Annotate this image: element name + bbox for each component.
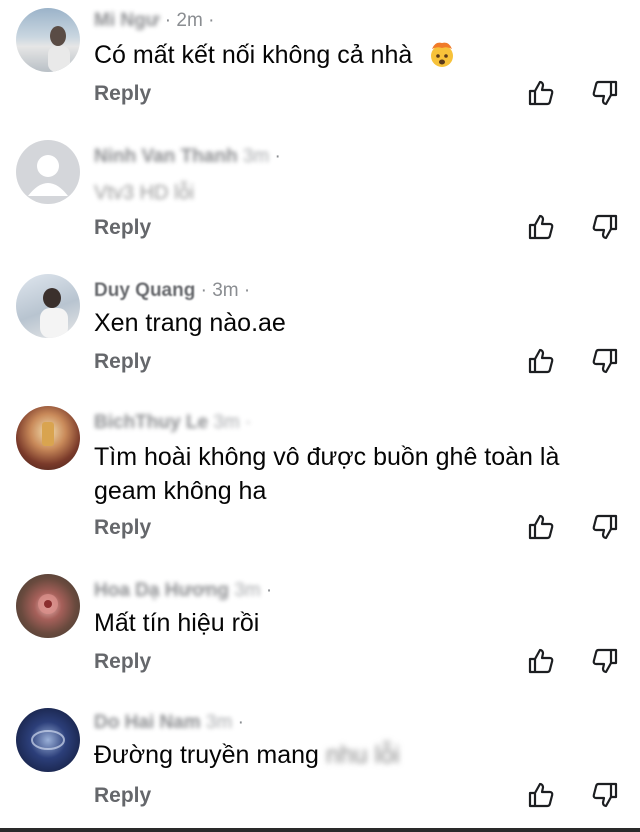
comment-time: 3m [212,280,239,301]
thumbs-up-icon [528,348,554,374]
commenter-name[interactable]: Mi Ngư [94,10,159,31]
person-silhouette-icon [48,26,70,72]
separator: · [244,412,252,433]
lantern-icon [42,422,54,446]
avatar[interactable] [16,406,80,470]
commenter-name[interactable]: Ninh Van Thanh [94,146,238,167]
commenter-name[interactable]: Do Hai Nam [94,712,201,733]
comment-text: Đường truyền mang nhu lỗi [94,738,400,772]
comment-body: Xen trang nào.ae [94,309,286,337]
like-button[interactable] [526,78,556,108]
comment-body: Đường truyền mang [94,741,319,769]
like-button[interactable] [526,346,556,376]
thumbs-down-icon [592,782,618,808]
like-button[interactable] [526,212,556,242]
separator: · [208,10,215,31]
exploding-head-emoji [431,42,454,67]
reply-button[interactable]: Reply [94,516,151,540]
comment-time: 3m [234,580,261,601]
avatar[interactable] [16,274,80,338]
separator: · [200,280,207,301]
dislike-button[interactable] [590,780,620,810]
reply-button[interactable]: Reply [94,350,151,374]
commenter-name[interactable]: Duy Quang [94,280,195,301]
comment-text: Có mất kết nối không cả nhà [94,38,457,72]
comment-item: Do Hai Nam 3m · Đường truyền mang nhu lỗ… [0,704,640,828]
comment-time: 3m [205,712,233,733]
avatar[interactable] [16,574,80,638]
default-avatar-icon [28,155,68,196]
dislike-button[interactable] [590,512,620,542]
comment-item: Mi Ngư · 2m · Có mất kết nối không cả nh… [0,0,640,130]
comment-body-line2: geam không ha [94,477,267,505]
separator: · [265,580,273,601]
thumbs-down-icon [592,214,618,240]
separator: · [243,280,251,301]
dislike-button[interactable] [590,346,620,376]
avatar[interactable] [16,140,80,204]
comment-item: Ninh Van Thanh 3m · Vtv3 HD lỗi Reply [0,134,640,264]
badge-icon [31,730,65,750]
separator: · [237,712,244,733]
avatar[interactable] [16,8,80,72]
thumbs-down-icon [592,348,618,374]
commenter-name[interactable]: BichThuy Le [94,412,208,433]
reply-button[interactable]: Reply [94,784,151,808]
comment-body-trail: nhu lỗi [325,741,400,769]
comment-meta: Hoa Dạ Hương 3m · [94,580,272,602]
avatar[interactable] [16,708,80,772]
like-button[interactable] [526,512,556,542]
comment-meta: Duy Quang · 3m · [94,280,250,302]
like-button[interactable] [526,646,556,676]
comment-body: Mất tín hiệu rồi [94,609,260,637]
thumbs-up-icon [528,782,554,808]
dislike-button[interactable] [590,212,620,242]
like-button[interactable] [526,780,556,810]
commenter-name[interactable]: Hoa Dạ Hương [94,580,229,601]
flower-icon [38,594,58,614]
comment-meta: BichThuy Le 3m · [94,412,251,434]
thumbs-up-icon [528,514,554,540]
comment-item: Hoa Dạ Hương 3m · Mất tín hiệu rồi Reply [0,570,640,700]
comment-time: 2m [176,10,203,31]
comment-body: Tìm hoài không vô được buồn ghê toàn là [94,443,560,471]
thumbs-up-icon [528,80,554,106]
reply-button[interactable]: Reply [94,82,151,106]
thumbs-down-icon [592,514,618,540]
comment-item: Duy Quang · 3m · Xen trang nào.ae Reply [0,268,640,398]
reply-button[interactable]: Reply [94,216,151,240]
dislike-button[interactable] [590,78,620,108]
comment-meta: Mi Ngư · 2m · [94,10,214,32]
dislike-button[interactable] [590,646,620,676]
comment-item: BichThuy Le 3m · Tìm hoài không vô được … [0,402,640,566]
comment-body: Vtv3 HD lỗi [94,182,195,204]
thumbs-up-icon [528,648,554,674]
thumbs-down-icon [592,80,618,106]
separator: · [164,10,172,31]
reply-button[interactable]: Reply [94,650,151,674]
thumbs-up-icon [528,214,554,240]
bottom-divider [0,828,640,832]
comment-body: Có mất kết nối không cả nhà [94,41,413,69]
separator: · [274,146,281,167]
person-silhouette-icon [40,288,68,338]
comment-meta: Do Hai Nam 3m · [94,712,244,734]
comment-time: 3m [242,146,270,167]
thumbs-down-icon [592,648,618,674]
comment-meta: Ninh Van Thanh 3m · [94,146,281,168]
comment-time: 3m [213,412,240,433]
